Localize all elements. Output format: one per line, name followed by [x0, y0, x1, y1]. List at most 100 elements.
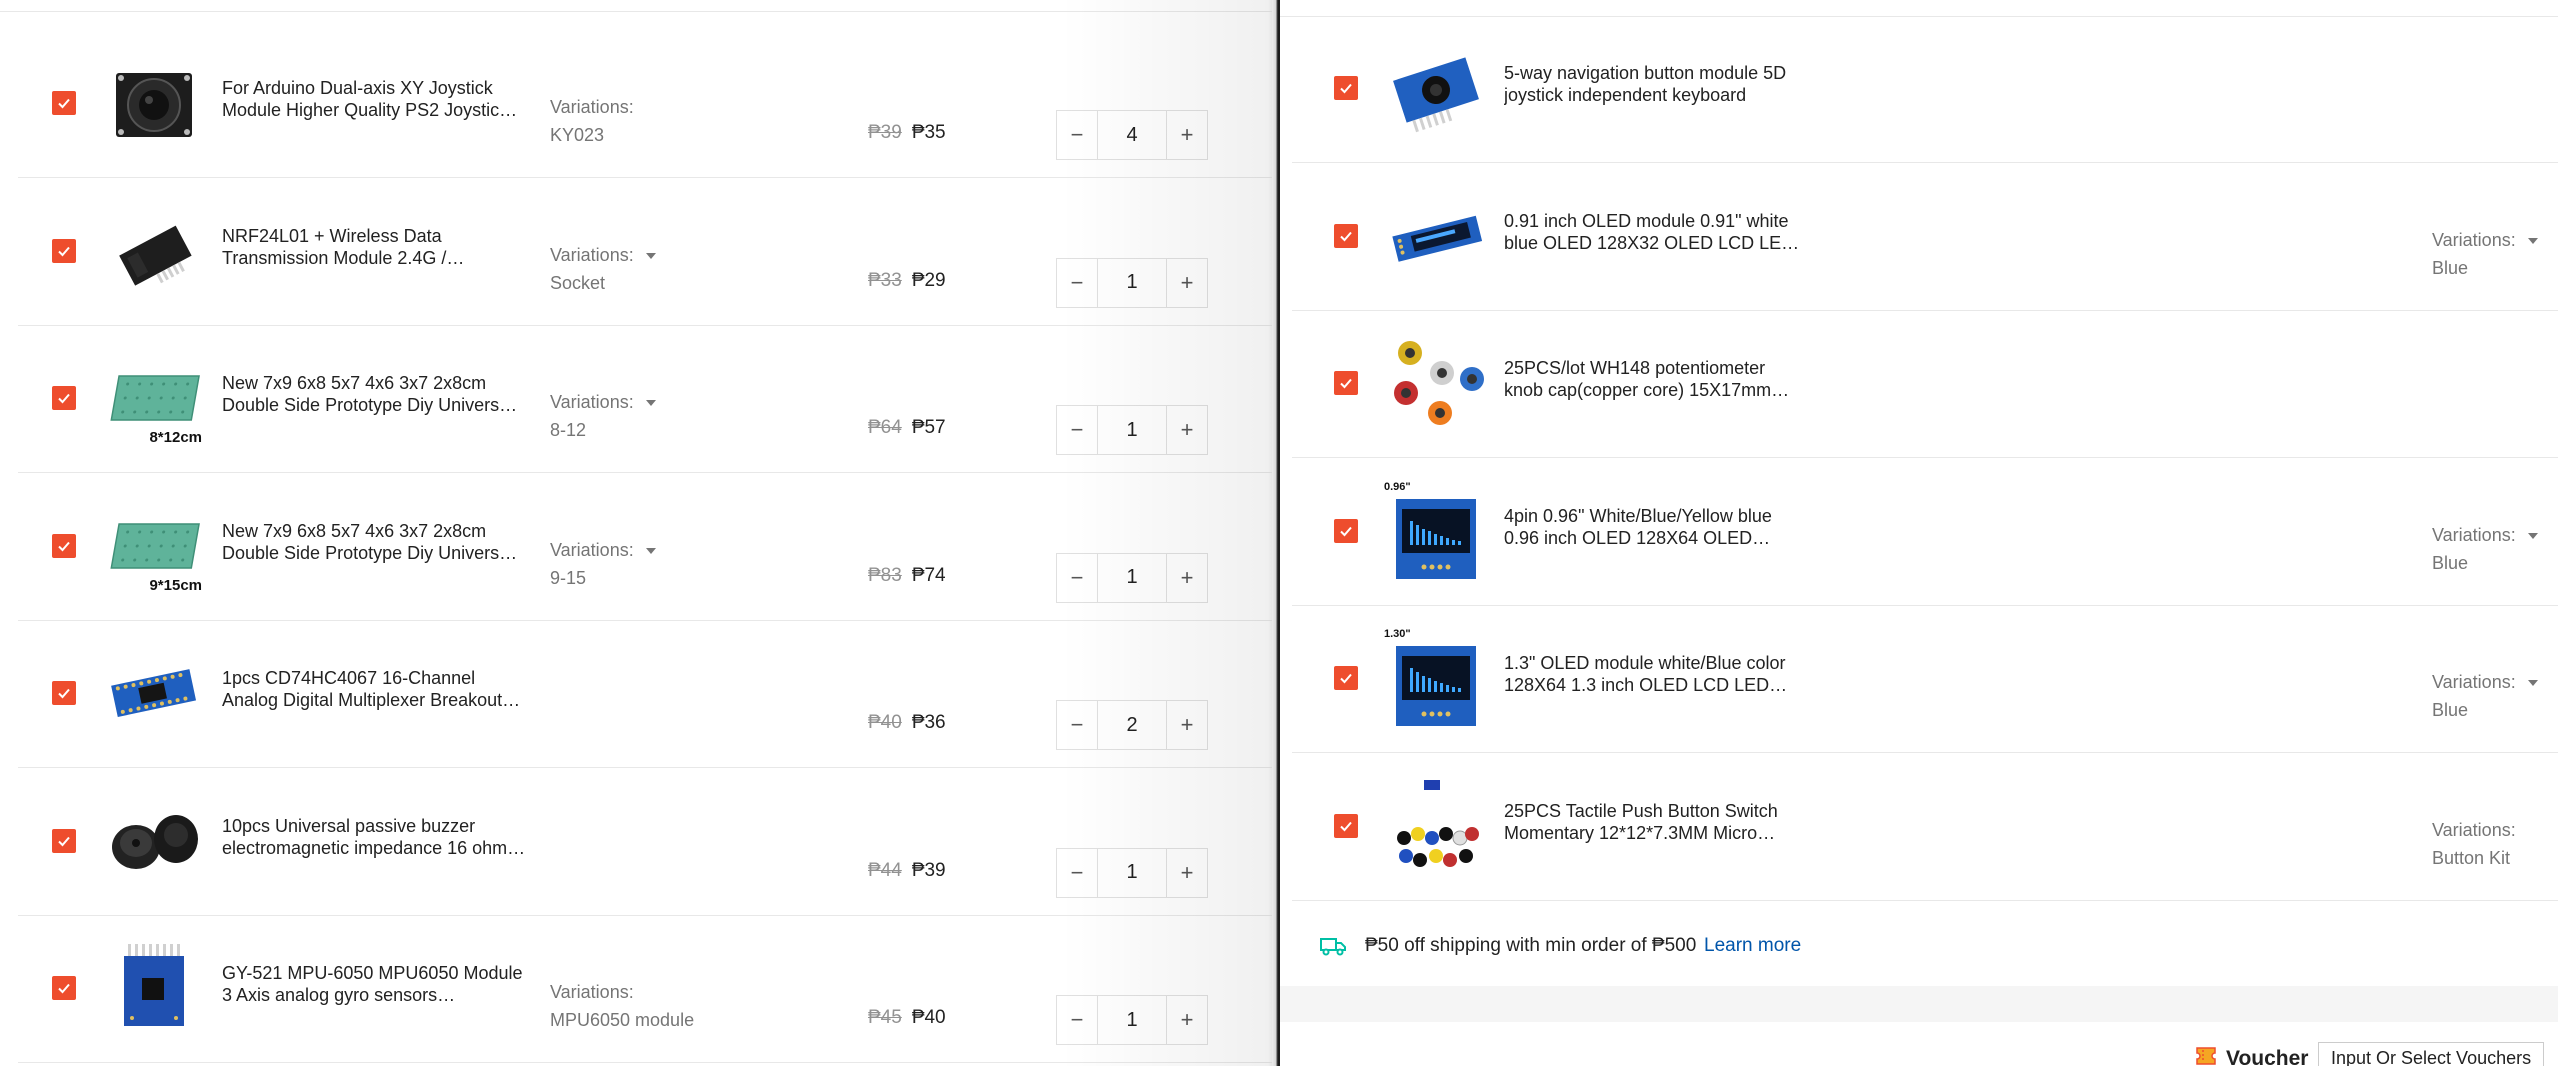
section-separator [1280, 986, 2558, 1022]
product-title-link[interactable]: New 7x9 6x8 5x7 4x6 3x7 2x8cm Double Sid… [222, 372, 526, 416]
item-select-checkbox[interactable] [52, 91, 76, 115]
discounted-price: ₱29 [911, 269, 946, 291]
item-select-checkbox[interactable] [52, 238, 76, 263]
variation-value: Blue [2432, 552, 2469, 573]
truck-icon [1320, 938, 1346, 956]
variation-selector[interactable]: Variations: 9-15 [550, 540, 656, 588]
row-divider [0, 11, 1272, 12]
product-thumbnail[interactable] [102, 938, 206, 1042]
item-select-checkbox[interactable] [52, 681, 76, 705]
product-title-link[interactable]: 10pcs Universal passive buzzer electroma… [222, 815, 526, 859]
quantity-input[interactable]: 4 [1097, 111, 1167, 159]
checkmark-icon [58, 393, 70, 404]
increase-quantity-button[interactable]: + [1167, 701, 1207, 749]
variation-label-text: Variations: [2432, 672, 2516, 692]
select-voucher-button[interactable]: Input Or Select Vouchers [2318, 1042, 2544, 1066]
increase-quantity-button[interactable]: + [1167, 406, 1207, 454]
product-title-link[interactable]: GY-521 MPU-6050 MPU6050 Module 3 Axis an… [222, 962, 526, 1006]
original-price: ₱45 [868, 1007, 902, 1028]
quantity-input[interactable]: 1 [1097, 848, 1167, 897]
price-group: ₱83 ₱74 [868, 565, 946, 587]
increase-quantity-button[interactable]: + [1167, 259, 1207, 307]
chevron-down-icon [645, 400, 656, 407]
product-title-link[interactable]: 0.91 inch OLED module 0.91" white blue O… [1504, 210, 1804, 254]
item-select-checkbox[interactable] [1334, 666, 1358, 690]
item-select-checkbox[interactable] [52, 976, 76, 1000]
decrease-quantity-button[interactable]: − [1057, 406, 1097, 454]
variation-selector[interactable]: Variations: Blue [2432, 230, 2538, 278]
product-title-link[interactable]: 25PCS/lot WH148 potentiometer knob cap(c… [1504, 357, 1804, 401]
product-thumbnail[interactable]: 8*12cm [102, 348, 206, 452]
product-thumbnail[interactable]: 9*15cm [102, 495, 206, 600]
checkmark-icon [1340, 231, 1352, 241]
variation-selector[interactable]: Variations: Blue [2432, 525, 2538, 573]
product-thumbnail[interactable] [102, 200, 206, 305]
product-title-link[interactable]: NRF24L01 + Wireless Data Transmission Mo… [222, 225, 526, 269]
checkmark-icon [1340, 821, 1352, 831]
decrease-quantity-button[interactable]: − [1057, 996, 1097, 1044]
product-thumbnail[interactable] [1384, 185, 1488, 290]
decrease-quantity-button[interactable]: − [1057, 111, 1097, 159]
product-thumbnail[interactable] [1384, 775, 1488, 880]
item-select-checkbox[interactable] [1334, 371, 1358, 395]
product-title-link[interactable]: New 7x9 6x8 5x7 4x6 3x7 2x8cm Double Sid… [222, 520, 526, 564]
item-select-checkbox[interactable] [1334, 518, 1358, 543]
quantity-stepper: −1 + [1056, 552, 1208, 603]
decrease-quantity-button[interactable]: − [1057, 849, 1097, 897]
cart-item-row: 0.96" 4pin 0.96" White/Blue/Yellow blue 0… [1292, 459, 2558, 606]
variation-label-text: Variations: [550, 539, 634, 560]
product-thumbnail[interactable]: 0.96" [1384, 480, 1488, 585]
increase-quantity-button[interactable]: + [1167, 554, 1207, 602]
decrease-quantity-button[interactable]: − [1057, 259, 1097, 307]
item-select-checkbox[interactable] [1334, 76, 1358, 100]
increase-quantity-button[interactable]: + [1167, 849, 1207, 897]
item-select-checkbox[interactable] [52, 828, 76, 853]
thumbnail-caption: 9*15cm [149, 576, 202, 594]
variation-value: 8-12 [550, 420, 587, 440]
checkmark-icon [58, 98, 70, 109]
quantity-input[interactable]: 1 [1097, 996, 1167, 1044]
thumbnail-caption: 8*12cm [149, 429, 202, 446]
multiplexer-board-icon [111, 669, 197, 718]
product-title-link[interactable]: 25PCS Tactile Push Button Switch Momenta… [1504, 800, 1804, 844]
product-title-link[interactable]: 1.3" OLED module white/Blue color 128X64… [1504, 652, 1804, 696]
product-thumbnail[interactable] [1384, 333, 1488, 437]
item-select-checkbox[interactable] [52, 386, 76, 410]
quantity-input[interactable]: 1 [1097, 258, 1167, 307]
original-price: ₱40 [868, 712, 902, 733]
knob-caps-icon [1394, 341, 1484, 425]
discounted-price: ₱36 [911, 712, 946, 733]
discounted-price: ₱57 [911, 417, 946, 438]
quantity-input[interactable]: 2 [1097, 701, 1167, 749]
learn-more-link[interactable]: Learn more [1704, 935, 1801, 957]
variation-selector[interactable]: Variations: Blue [2432, 672, 2538, 720]
variation-label-text: Variations: [2432, 524, 2516, 545]
item-select-checkbox[interactable] [52, 533, 76, 558]
decrease-quantity-button[interactable]: − [1057, 701, 1097, 749]
increase-quantity-button[interactable]: + [1167, 996, 1207, 1044]
product-title-link[interactable]: 4pin 0.96" White/Blue/Yellow blue 0.96 i… [1504, 505, 1804, 549]
variation-selector[interactable]: Variations: Socket [550, 245, 656, 293]
price-group: ₱40 ₱36 [868, 712, 946, 734]
product-thumbnail[interactable] [1384, 38, 1488, 142]
product-thumbnail[interactable] [102, 790, 206, 895]
product-thumbnail[interactable]: 1.30" [1384, 628, 1488, 732]
product-title-link[interactable]: For Arduino Dual-axis XY Joystick Module… [222, 77, 526, 121]
quantity-stepper: −4 + [1056, 110, 1208, 160]
product-title-link[interactable]: 5-way navigation button module 5D joysti… [1504, 62, 1804, 106]
quantity-input[interactable]: 1 [1097, 553, 1167, 602]
variation-value: Blue [2432, 257, 2469, 278]
decrease-quantity-button[interactable]: − [1057, 554, 1097, 602]
variation-selector[interactable]: Variations: 8-12 [550, 392, 656, 440]
product-thumbnail[interactable] [102, 53, 206, 157]
quantity-input[interactable]: 1 [1097, 406, 1167, 454]
product-title-link[interactable]: 1pcs CD74HC4067 16-Channel Analog Digita… [222, 667, 526, 711]
increase-quantity-button[interactable]: + [1167, 111, 1207, 159]
item-select-checkbox[interactable] [1334, 223, 1358, 248]
item-select-checkbox[interactable] [1334, 813, 1358, 838]
oled-strip-icon [1392, 215, 1483, 262]
product-thumbnail[interactable] [102, 643, 206, 747]
variation-label: Variations: [550, 540, 656, 560]
cart-item-row: For Arduino Dual-axis XY Joystick Module… [18, 31, 1272, 178]
checkmark-icon [58, 983, 70, 994]
